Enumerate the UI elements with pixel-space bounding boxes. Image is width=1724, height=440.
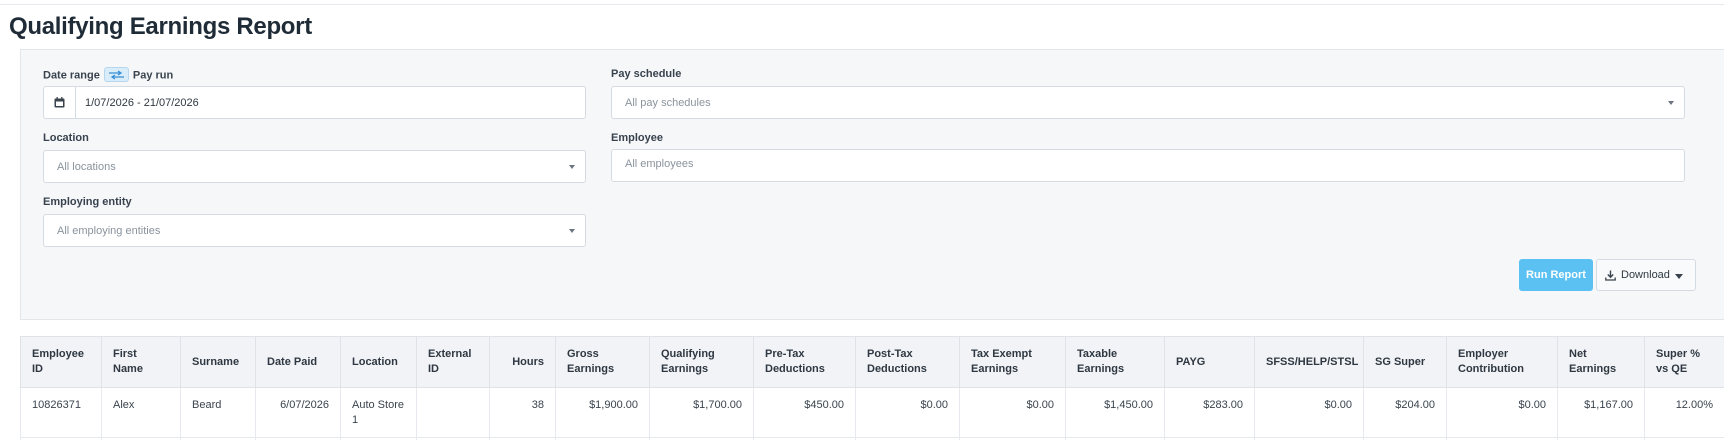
page-title: Qualifying Earnings Report xyxy=(9,13,312,40)
employing-entity-placeholder: All employing entities xyxy=(57,225,161,237)
cell-hours: 38 xyxy=(489,387,556,438)
table-row: 10826371 Alex Beard 6/07/2026 Auto Store… xyxy=(20,387,1724,438)
chevron-down-icon xyxy=(569,229,575,233)
cell-employer-contribution: $0.00 xyxy=(1446,387,1558,438)
column-header[interactable]: Date Paid xyxy=(255,336,341,388)
location-placeholder: All locations xyxy=(57,161,116,173)
column-header[interactable]: Employee ID xyxy=(20,336,102,388)
column-header[interactable]: Gross Earnings xyxy=(555,336,650,388)
column-header[interactable]: Surname xyxy=(180,336,256,388)
cell-employee-id: 10826371 xyxy=(20,387,102,438)
employee-input[interactable]: All employees xyxy=(611,149,1685,182)
column-header[interactable]: SFSS/HELP/STSL xyxy=(1254,336,1364,388)
column-header[interactable]: Hours xyxy=(489,336,556,388)
column-header[interactable]: Super % vs QE xyxy=(1644,336,1724,388)
report-table: Employee ID First Name Surname Date Paid… xyxy=(20,336,1724,440)
column-header[interactable]: Employer Contribution xyxy=(1446,336,1558,388)
cell-date-paid: 6/07/2026 xyxy=(255,387,341,438)
pay-run-toggle-label[interactable]: Pay run xyxy=(133,69,173,81)
date-range-input[interactable]: 1/07/2026 - 21/07/2026 xyxy=(43,86,586,119)
employee-placeholder: All employees xyxy=(625,158,694,170)
chevron-down-icon xyxy=(1668,101,1674,105)
column-header[interactable]: Tax Exempt Earnings xyxy=(959,336,1066,388)
date-range-label: Date range xyxy=(43,69,100,82)
pay-schedule-label: Pay schedule xyxy=(611,68,682,80)
date-range-label-group: Date range Pay run xyxy=(43,67,173,83)
run-report-button[interactable]: Run Report xyxy=(1519,259,1593,291)
cell-external-id xyxy=(416,387,490,438)
column-header[interactable]: PAYG xyxy=(1164,336,1255,388)
download-icon xyxy=(1605,270,1616,281)
location-label: Location xyxy=(43,132,89,144)
cell-payg: $283.00 xyxy=(1164,387,1255,438)
cell-sfss-help-stsl: $0.00 xyxy=(1254,387,1364,438)
column-header[interactable]: Qualifying Earnings xyxy=(649,336,754,388)
employing-entity-select[interactable]: All employing entities xyxy=(43,214,586,247)
pay-schedule-placeholder: All pay schedules xyxy=(625,97,711,109)
employee-label: Employee xyxy=(611,132,663,144)
cell-super-pct-vs-qe: 12.00% xyxy=(1644,387,1724,438)
cell-first-name: Alex xyxy=(101,387,181,438)
top-divider xyxy=(0,4,1724,5)
swap-arrows-icon[interactable] xyxy=(103,67,129,82)
column-header[interactable]: Taxable Earnings xyxy=(1065,336,1165,388)
cell-tax-exempt-earnings: $0.00 xyxy=(959,387,1066,438)
cell-location: Auto Store 1 xyxy=(340,387,417,438)
cell-sg-super: $204.00 xyxy=(1363,387,1447,438)
cell-surname: Beard xyxy=(180,387,256,438)
column-header[interactable]: Location xyxy=(340,336,417,388)
column-header[interactable]: External ID xyxy=(416,336,490,388)
cell-post-tax-deductions: $0.00 xyxy=(855,387,960,438)
column-header[interactable]: Post-Tax Deductions xyxy=(855,336,960,388)
column-header[interactable]: Pre-Tax Deductions xyxy=(753,336,856,388)
cell-pre-tax-deductions: $450.00 xyxy=(753,387,856,438)
download-button[interactable]: Download xyxy=(1596,259,1696,291)
column-header[interactable]: First Name xyxy=(101,336,181,388)
date-range-value: 1/07/2026 - 21/07/2026 xyxy=(85,97,199,109)
employing-entity-label: Employing entity xyxy=(43,196,132,208)
cell-taxable-earnings: $1,450.00 xyxy=(1065,387,1165,438)
chevron-down-icon xyxy=(569,165,575,169)
table-header-row: Employee ID First Name Surname Date Paid… xyxy=(20,336,1724,388)
column-header[interactable]: SG Super xyxy=(1363,336,1447,388)
cell-qualifying-earnings: $1,700.00 xyxy=(649,387,754,438)
chevron-down-icon xyxy=(1675,274,1683,279)
column-header[interactable]: Net Earnings xyxy=(1557,336,1645,388)
cell-net-earnings: $1,167.00 xyxy=(1557,387,1645,438)
cell-gross-earnings: $1,900.00 xyxy=(555,387,650,438)
calendar-icon[interactable] xyxy=(44,87,76,118)
location-select[interactable]: All locations xyxy=(43,150,586,183)
download-label: Download xyxy=(1621,269,1670,281)
pay-schedule-select[interactable]: All pay schedules xyxy=(611,86,1685,119)
